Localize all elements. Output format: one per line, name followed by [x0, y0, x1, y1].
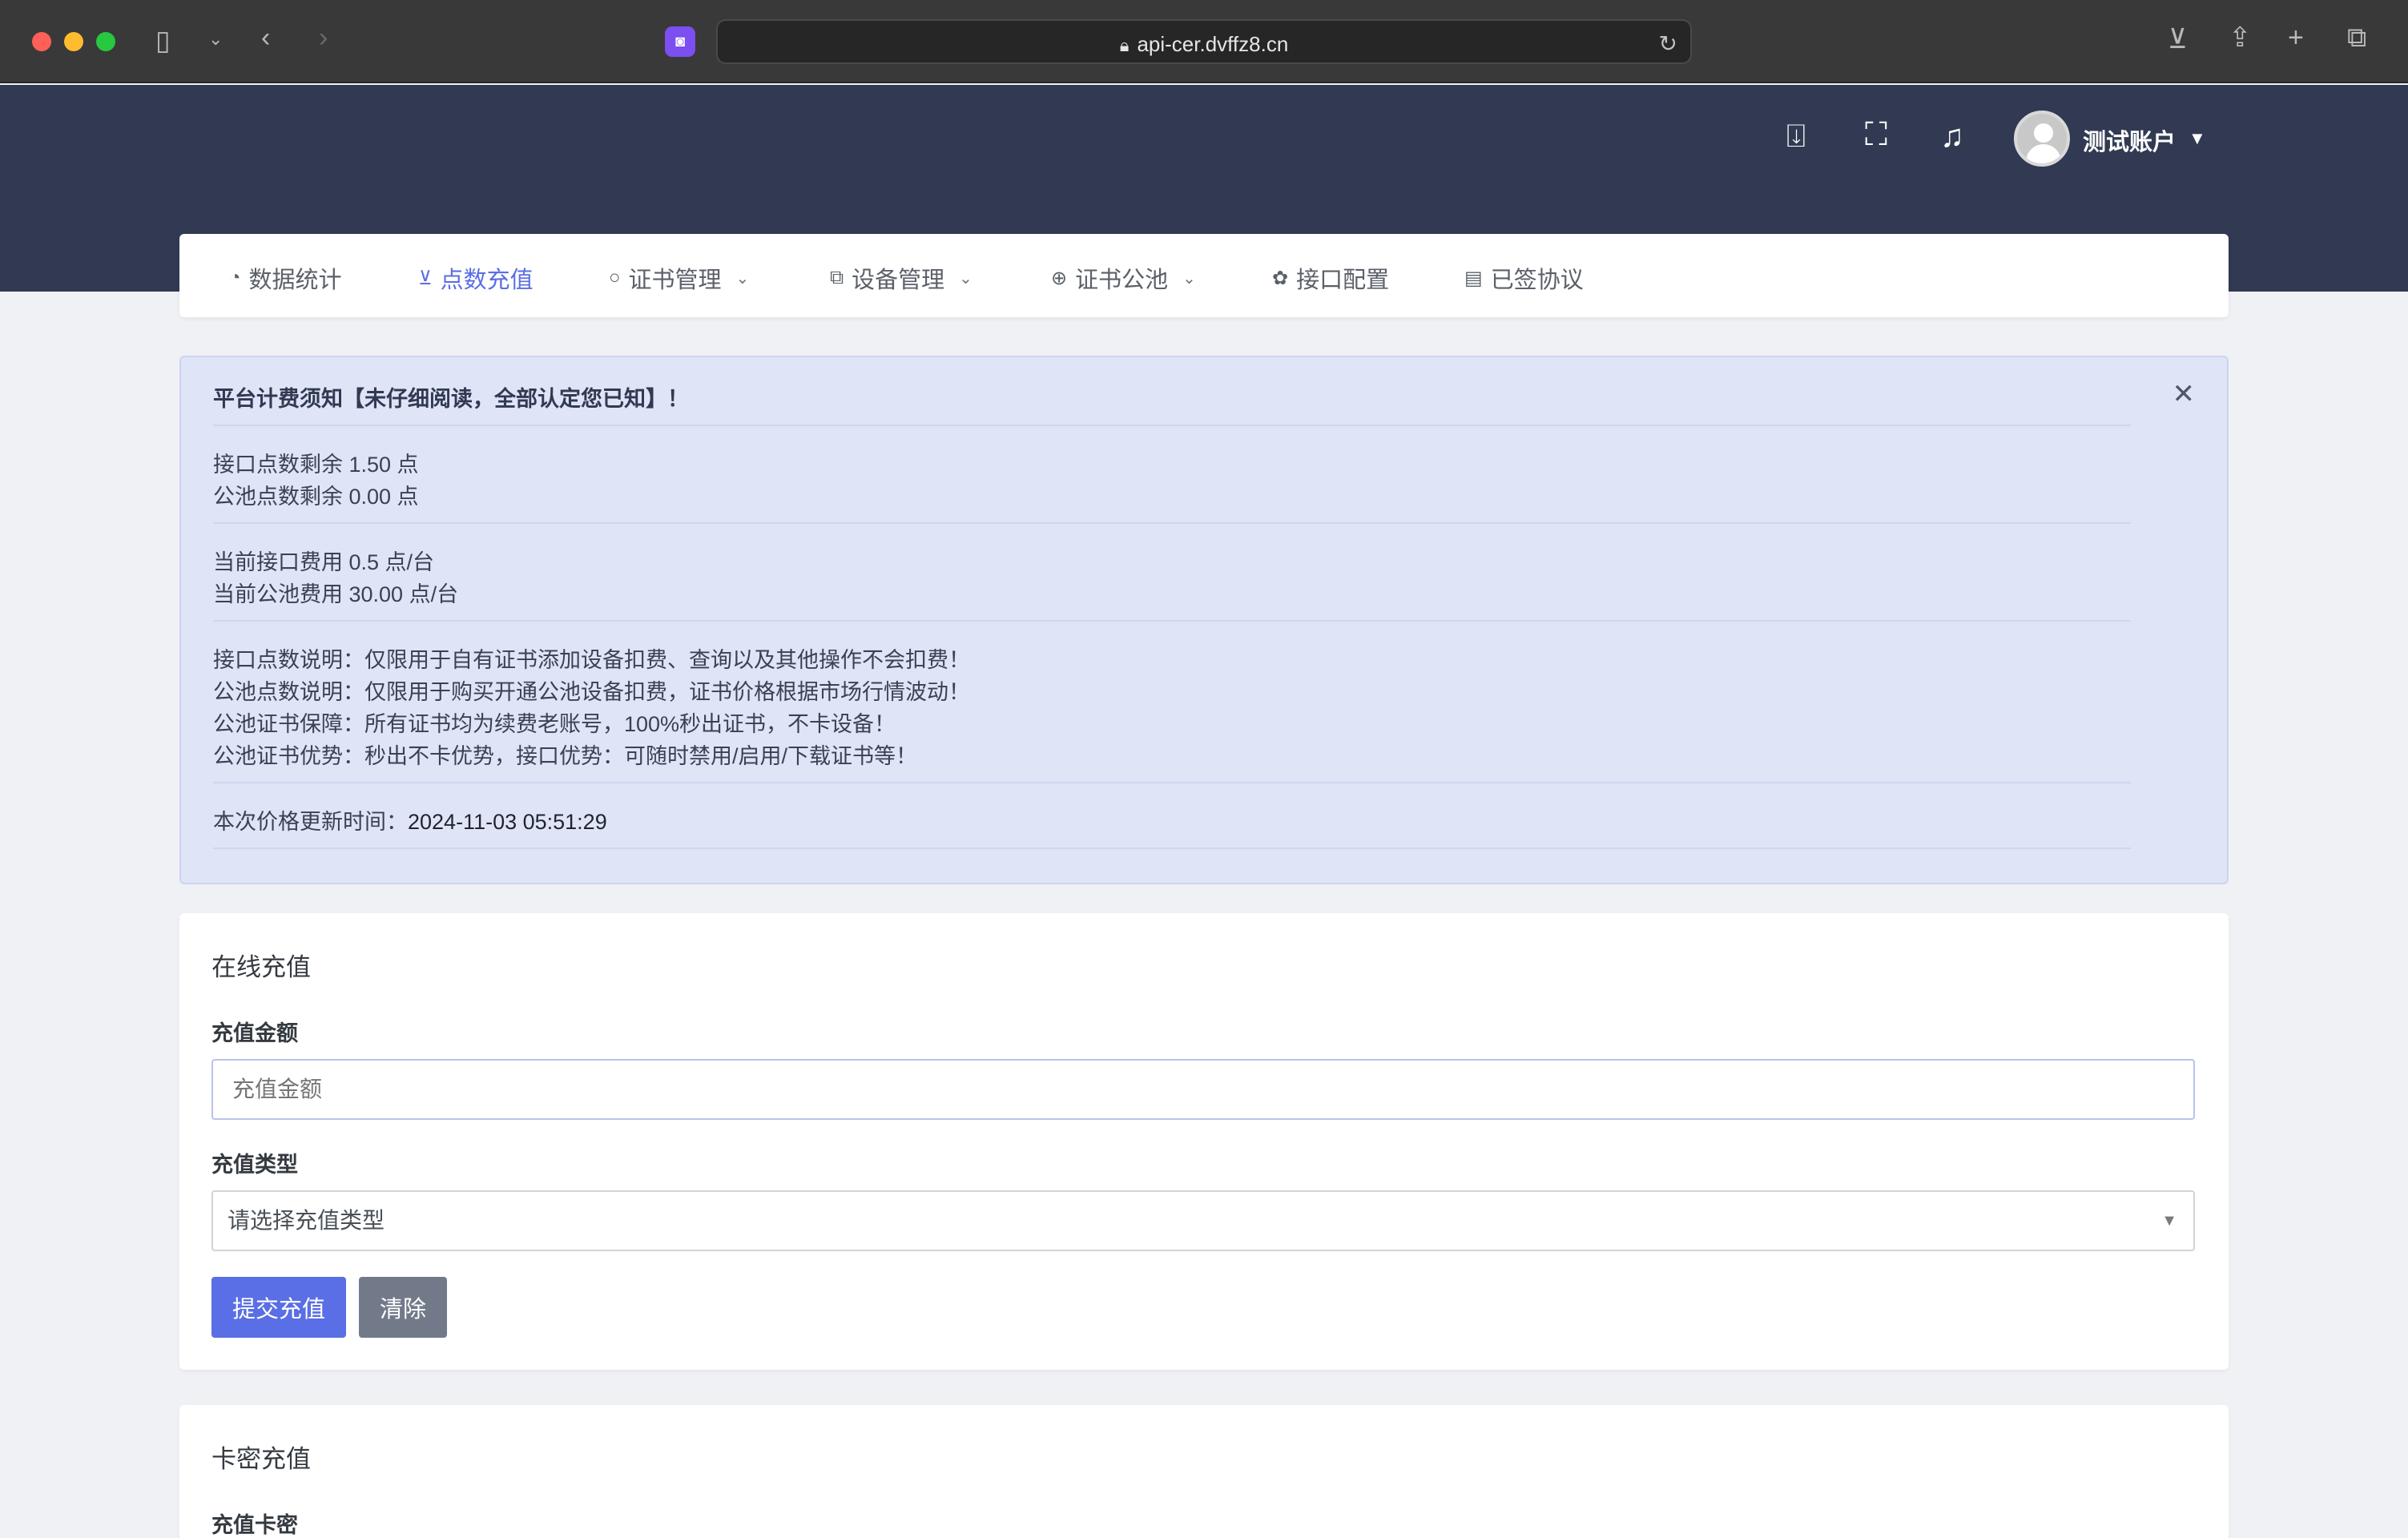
- nav-item-cert-management[interactable]: ○ 证书管理 ⌄: [609, 261, 749, 295]
- nav-item-label: 数据统计: [248, 268, 342, 293]
- close-icon[interactable]: ✕: [2172, 378, 2196, 410]
- address-bar[interactable]: 🔒︎ api-cer.dvffz8.cn ↻: [716, 19, 1692, 64]
- description-line: 公池点数说明：仅限用于购买开通公池设备扣费，证书价格根据市场行情波动！: [213, 680, 970, 704]
- alert-title: 平台计费须知【未仔细阅读，全部认定您已知】！: [213, 387, 689, 411]
- pool-fee-text: 当前公池费用 30.00 点/台: [213, 582, 459, 606]
- nav-item-signed-agreements[interactable]: ▤ 已签协议: [1464, 261, 1584, 295]
- chart-pie-icon: ◔: [229, 267, 241, 288]
- card-title: 卡密充值: [211, 1445, 311, 1473]
- plus-circle-icon: ⊕: [1051, 267, 1068, 289]
- caret-down-icon[interactable]: ▼: [2189, 128, 2206, 149]
- fullscreen-icon[interactable]: ⛶: [1865, 119, 1887, 151]
- nav-item-device-management[interactable]: ⧉ 设备管理 ⌄: [830, 261, 972, 295]
- divider: [213, 425, 2131, 426]
- avatar[interactable]: [2014, 111, 2070, 167]
- divider: [213, 782, 2131, 783]
- new-tab-icon[interactable]: +: [2288, 24, 2304, 51]
- description-line: 接口点数说明：仅限用于自有证书添加设备扣费、查询以及其他操作不会扣费！: [213, 648, 970, 672]
- card-key-label: 充值卡密: [211, 1513, 298, 1537]
- billing-notice-alert: 平台计费须知【未仔细阅读，全部认定您已知】！ ✕ 接口点数剩余 1.50 点 公…: [179, 356, 2229, 884]
- submit-recharge-button[interactable]: 提交充值: [211, 1277, 346, 1338]
- type-label: 充值类型: [211, 1153, 298, 1177]
- cart-icon: ⊻: [418, 267, 433, 289]
- price-update-label: 本次价格更新时间：: [213, 810, 408, 834]
- divider: [213, 848, 2131, 849]
- minimize-window-button[interactable]: [64, 32, 83, 51]
- device-icon: ⧉: [830, 267, 844, 288]
- archive-download-icon[interactable]: ⍗: [1786, 120, 1806, 152]
- download-icon[interactable]: ⊻: [2168, 26, 2188, 53]
- url-text: api-cer.dvffz8.cn: [1137, 32, 1289, 56]
- nav-item-label: 点数充值: [440, 268, 534, 293]
- nav-item-label: 证书管理: [628, 268, 722, 293]
- online-recharge-card: 在线充值 充值金额 充值类型 请选择充值类型 ▼ 提交充值 清除: [179, 913, 2229, 1370]
- card-key-recharge-card: 卡密充值 充值卡密: [179, 1405, 2229, 1538]
- nav-item-label: 接口配置: [1296, 268, 1390, 293]
- reload-icon[interactable]: ↻: [1659, 30, 1677, 57]
- nav-item-api-config[interactable]: ✿ 接口配置: [1272, 261, 1389, 295]
- browser-toolbar: ▯ ⌄ ‹ › ◙ 🔒︎ api-cer.dvffz8.cn ↻ ⊻ ⇪ + ⧉: [0, 0, 2408, 83]
- pool-points-text: 公池点数剩余 0.00 点: [213, 485, 419, 509]
- share-icon[interactable]: ⇪: [2229, 24, 2252, 51]
- extension-icon[interactable]: ◙: [665, 26, 695, 57]
- username[interactable]: 测试账户: [2083, 123, 2176, 157]
- tab-overview-icon[interactable]: ⧉: [2347, 24, 2366, 51]
- document-icon: ▤: [1464, 267, 1483, 289]
- close-window-button[interactable]: [32, 32, 51, 51]
- clear-button[interactable]: 清除: [359, 1277, 447, 1338]
- card-title: 在线充值: [211, 953, 311, 981]
- nav-item-statistics[interactable]: ◔ 数据统计: [229, 261, 342, 295]
- chevron-down-icon: ⌄: [1182, 269, 1196, 288]
- price-update-time: 2024-11-03 05:51:29: [408, 810, 607, 834]
- circle-icon: ○: [609, 267, 621, 288]
- nav-item-label: 已签协议: [1490, 268, 1584, 293]
- sidebar-toggle-icon[interactable]: ▯: [155, 27, 171, 54]
- dropdown-arrow-icon: ▼: [2161, 1212, 2177, 1230]
- back-arrow-icon[interactable]: ‹: [261, 24, 270, 51]
- main-nav: ◔ 数据统计 ⊻ 点数充值 ○ 证书管理 ⌄ ⧉ 设备管理 ⌄ ⊕ 证书公池 ⌄…: [179, 234, 2229, 317]
- divider: [213, 522, 2131, 524]
- price-update-text: 本次价格更新时间：2024-11-03 05:51:29: [213, 804, 607, 835]
- chevron-down-icon: ⌄: [735, 269, 750, 288]
- nav-item-label: 设备管理: [852, 268, 945, 293]
- api-points-text: 接口点数剩余 1.50 点: [213, 453, 419, 477]
- amount-label: 充值金额: [211, 1021, 298, 1045]
- nav-item-recharge[interactable]: ⊻ 点数充值: [418, 261, 534, 295]
- recharge-type-select[interactable]: 请选择充值类型 ▼: [211, 1190, 2195, 1251]
- amount-input[interactable]: [211, 1059, 2195, 1120]
- nav-item-cert-pool[interactable]: ⊕ 证书公池 ⌄: [1051, 261, 1196, 295]
- puzzle-icon: ✿: [1272, 267, 1289, 289]
- forward-arrow-icon[interactable]: ›: [319, 24, 328, 51]
- api-fee-text: 当前接口费用 0.5 点/台: [213, 550, 435, 574]
- headset-icon[interactable]: ♫: [1940, 120, 1964, 152]
- description-line: 公池证书保障：所有证书均为续费老账号，100%秒出证书，不卡设备！: [213, 712, 896, 736]
- chevron-down-icon[interactable]: ⌄: [208, 30, 223, 48]
- description-line: 公池证书优势：秒出不卡优势，接口优势：可随时禁用/启用/下载证书等！: [213, 744, 918, 768]
- nav-item-label: 证书公池: [1075, 268, 1169, 293]
- select-value: 请选择充值类型: [228, 1208, 385, 1233]
- divider: [213, 620, 2131, 622]
- chevron-down-icon: ⌄: [959, 269, 972, 288]
- maximize-window-button[interactable]: [96, 32, 115, 51]
- lock-icon: 🔒︎: [1119, 35, 1130, 55]
